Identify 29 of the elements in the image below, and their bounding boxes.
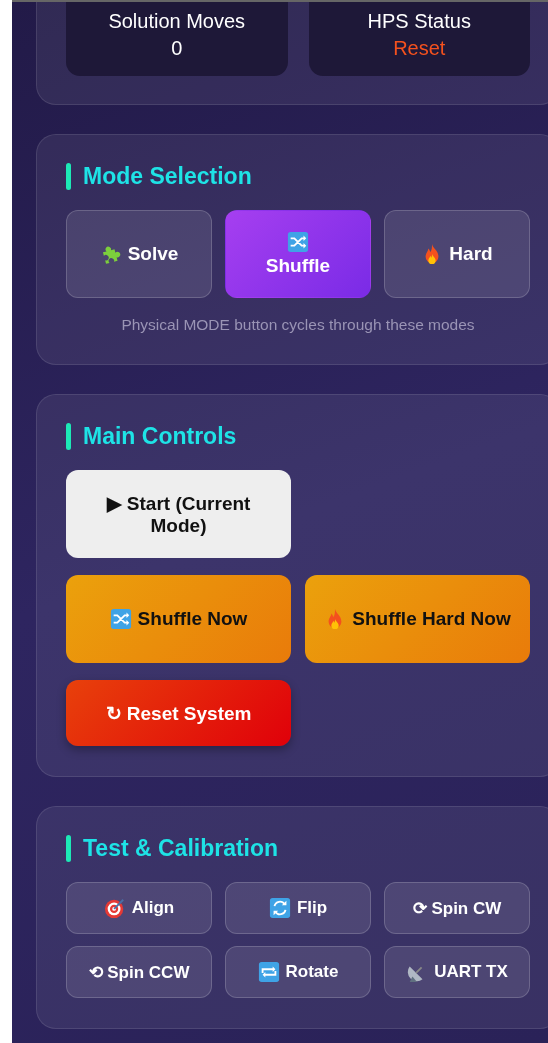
section-title: Mode Selection bbox=[83, 163, 252, 190]
test-button[interactable]: Flip bbox=[225, 882, 371, 934]
control-button[interactable]: ↻ Reset System bbox=[66, 680, 291, 746]
section-title: Test & Calibration bbox=[83, 835, 279, 862]
test-button[interactable]: Rotate bbox=[225, 946, 371, 998]
test-button[interactable]: ⟳ Spin CW bbox=[384, 882, 530, 934]
accent-bar bbox=[66, 163, 71, 190]
stat-label: HPS Status bbox=[367, 10, 471, 33]
accent-bar bbox=[66, 835, 71, 862]
control-button[interactable]: Shuffle Hard Now bbox=[305, 575, 530, 663]
test-button[interactable]: UART TX bbox=[384, 946, 530, 998]
repeat-icon bbox=[257, 961, 280, 983]
shuffle-icon bbox=[109, 608, 132, 630]
accent-bar bbox=[66, 423, 71, 450]
hint-text: Physical MODE button cycles through these modes bbox=[120, 316, 476, 334]
mode-button[interactable]: Solve bbox=[66, 210, 212, 298]
mode-button[interactable]: Shuffle bbox=[225, 210, 371, 298]
stat-value: 0 bbox=[171, 37, 183, 60]
mode-button[interactable]: Hard bbox=[384, 210, 530, 298]
target-icon bbox=[103, 897, 126, 919]
test-button[interactable]: ⟲ Spin CCW bbox=[66, 946, 212, 998]
flip-arrows-icon bbox=[268, 897, 291, 919]
stat-value: Reset bbox=[393, 37, 446, 60]
control-button[interactable]: Shuffle Now bbox=[66, 575, 291, 663]
control-button[interactable]: ▶ Start (Current Mode) bbox=[66, 470, 291, 558]
shuffle-icon bbox=[287, 231, 309, 253]
section-title: Main Controls bbox=[83, 423, 237, 450]
test-button[interactable]: Align bbox=[66, 882, 212, 934]
stat-label: Solution Moves bbox=[108, 10, 246, 33]
